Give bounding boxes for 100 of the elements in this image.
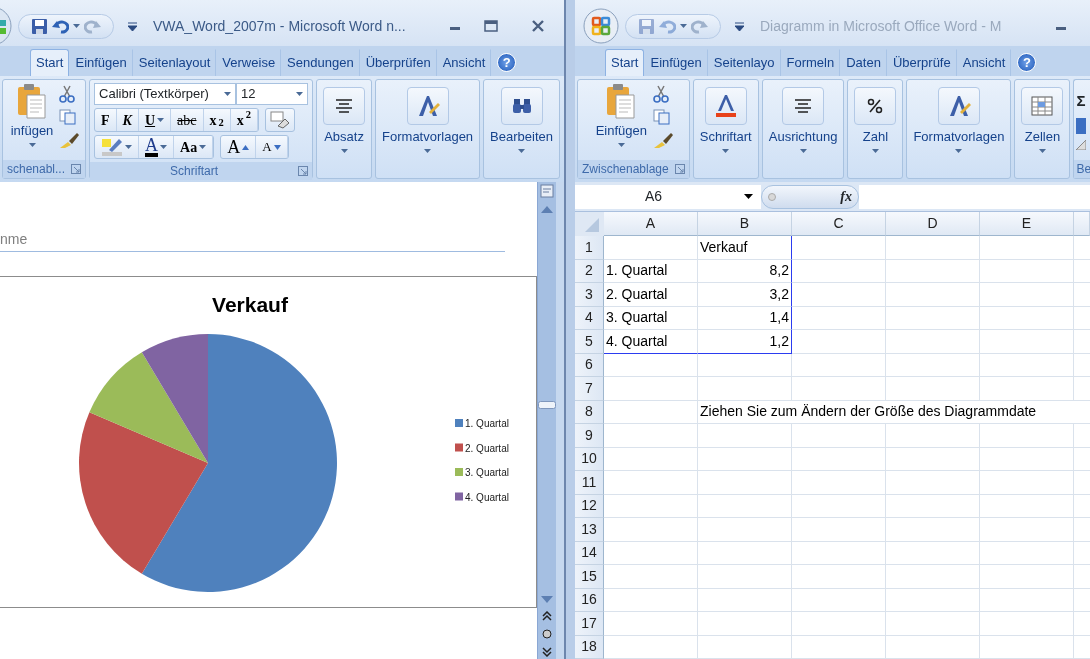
group-button[interactable]: Schriftart — [697, 83, 754, 157]
row-header[interactable]: 3 — [575, 283, 604, 307]
row-header[interactable]: 11 — [575, 471, 604, 495]
group-button[interactable]: Ausrichtung — [766, 83, 840, 157]
eraser-icon — [270, 111, 290, 129]
scrollbar[interactable] — [537, 182, 557, 659]
brush-icon[interactable] — [59, 131, 80, 149]
caret-icon — [157, 118, 165, 122]
caret-icon — [28, 142, 36, 147]
row-header[interactable]: 15 — [575, 565, 604, 589]
font-size-field[interactable]: 12 — [236, 83, 309, 105]
save-icon[interactable] — [31, 17, 48, 35]
row-header[interactable]: 17 — [575, 612, 604, 636]
format-button[interactable]: F — [95, 109, 117, 131]
copy-icon[interactable] — [59, 109, 78, 125]
ribbon-tab[interactable]: Start — [30, 49, 70, 76]
binoculars-icon — [511, 98, 532, 114]
insert-function-button[interactable]: fx — [761, 184, 859, 209]
row-header[interactable]: 8 — [575, 400, 604, 424]
caret-icon — [617, 142, 625, 147]
row-header[interactable]: 4 — [575, 306, 604, 330]
office-button[interactable] — [583, 8, 619, 44]
row-header[interactable]: 9 — [575, 424, 604, 448]
column-header[interactable] — [1074, 212, 1090, 236]
legend-label: 3. Quartal — [465, 467, 509, 478]
column-header[interactable]: E — [980, 212, 1074, 236]
next-page-icon[interactable] — [542, 647, 553, 657]
grow-font-button[interactable]: A — [221, 136, 257, 158]
clipboard-icon[interactable] — [17, 83, 47, 119]
shrink-font-button[interactable]: A — [256, 136, 288, 158]
group-caption: schenabl... — [7, 161, 66, 178]
legend-swatch — [455, 468, 463, 476]
undo-icon[interactable] — [52, 18, 69, 34]
column-header[interactable]: C — [792, 212, 886, 236]
fill-icon[interactable] — [1076, 118, 1087, 135]
dialog-launcher-icon[interactable] — [674, 164, 685, 174]
copy-icon[interactable] — [653, 109, 671, 125]
group-button[interactable]: Zellen — [1019, 83, 1066, 157]
name-box[interactable]: A6 — [575, 184, 761, 209]
customize-icon[interactable] — [735, 21, 744, 31]
row-header[interactable]: 2 — [575, 259, 604, 283]
font-color-button[interactable]: A — [139, 136, 175, 158]
table-cell: 8,2 — [698, 259, 792, 283]
redo-icon[interactable] — [84, 18, 101, 34]
scissors-icon[interactable] — [59, 85, 76, 103]
ribbon-tab[interactable]: Start — [605, 49, 645, 76]
formula-field[interactable] — [859, 184, 1090, 209]
format-button[interactable]: x$_{2}$ — [203, 109, 231, 131]
group-button[interactable]: Formatvorlagen — [380, 83, 476, 157]
row-header[interactable]: 1 — [575, 236, 604, 260]
row-header[interactable]: 18 — [575, 635, 604, 659]
caret-icon — [722, 148, 730, 153]
group-button[interactable]: Absatz — [321, 83, 368, 157]
brush-icon[interactable] — [653, 131, 673, 149]
font-name-field[interactable]: Calibri (Textkörper) — [94, 83, 237, 105]
maximize-icon[interactable] — [484, 20, 498, 32]
caret-icon — [160, 145, 168, 149]
group-button[interactable]: Zahl — [852, 83, 899, 157]
row-header[interactable]: 14 — [575, 541, 604, 565]
autosum-button[interactable]: Σ — [1076, 89, 1086, 113]
scroll-up-icon[interactable] — [541, 206, 554, 213]
window-title: VWA_Word_2007m - Microsoft Word n... — [153, 16, 406, 36]
group-button[interactable]: Bearbeiten — [488, 83, 555, 157]
clear-format-button[interactable] — [265, 108, 295, 132]
column-header[interactable]: B — [698, 212, 792, 236]
office-button[interactable] — [0, 8, 12, 44]
group-button[interactable]: Formatvorlagen — [911, 83, 1007, 157]
close-icon[interactable] — [532, 20, 544, 32]
column-header[interactable]: A — [604, 212, 698, 236]
eraser-icon[interactable] — [1076, 140, 1087, 151]
format-button[interactable]: K — [116, 109, 139, 131]
paste-button[interactable]: Einfügen — [593, 83, 649, 157]
previous-page-icon[interactable] — [542, 611, 553, 621]
paste-button[interactable]: infügen — [8, 83, 56, 157]
row-header[interactable]: 12 — [575, 494, 604, 518]
scroll-thumb[interactable] — [538, 400, 557, 409]
legend-swatch — [455, 419, 463, 427]
row-header[interactable]: 6 — [575, 353, 604, 377]
caret-icon — [518, 148, 526, 153]
format-button[interactable]: abc — [171, 109, 204, 131]
customize-icon[interactable] — [128, 21, 137, 31]
scroll-down-icon[interactable] — [541, 596, 554, 603]
row-header[interactable]: 5 — [575, 330, 604, 354]
clipboard-icon[interactable] — [606, 83, 637, 119]
group-caption: Zwischenablage — [582, 161, 669, 178]
format-button[interactable]: x$^{2}$ — [230, 109, 258, 131]
row-header[interactable]: 13 — [575, 518, 604, 542]
format-button[interactable]: U — [138, 109, 172, 131]
dialog-launcher-icon[interactable] — [71, 164, 82, 174]
redo-icon[interactable] — [691, 18, 708, 34]
browse-object-icon[interactable] — [542, 629, 553, 639]
column-header[interactable]: D — [886, 212, 980, 236]
row-header[interactable]: 7 — [575, 377, 604, 401]
row-header[interactable]: 10 — [575, 447, 604, 471]
dialog-launcher-icon[interactable] — [298, 166, 309, 176]
ruler-toggle-icon[interactable] — [540, 184, 555, 198]
row-header[interactable]: 16 — [575, 588, 604, 612]
scissors-icon[interactable] — [653, 85, 669, 103]
percent-icon — [867, 98, 884, 114]
change-case-button[interactable]: Aa — [174, 136, 214, 158]
